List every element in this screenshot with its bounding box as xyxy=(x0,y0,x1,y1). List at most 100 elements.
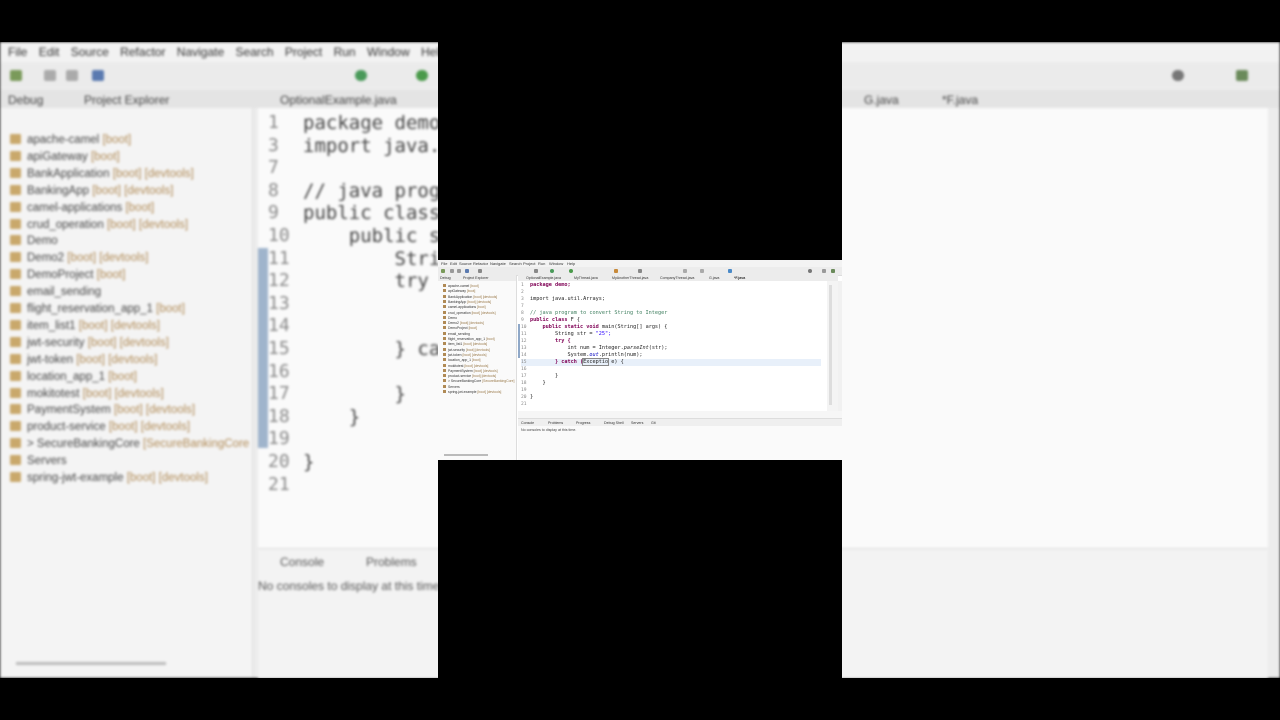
explorer-item[interactable]: product-service [boot] [devtools] xyxy=(443,374,496,378)
search-toolbar-icon[interactable] xyxy=(638,269,642,273)
scrollbar-thumb[interactable] xyxy=(829,285,832,405)
project-folder-icon xyxy=(443,331,446,335)
explorer-item-tag: [boot] xyxy=(470,284,479,288)
menu-refactor[interactable]: Refactor xyxy=(473,261,488,266)
explorer-item[interactable]: jwt-security [boot] [devtools] xyxy=(443,347,490,352)
menu-navigate[interactable]: Navigate xyxy=(490,261,506,266)
save-all-icon[interactable] xyxy=(457,269,461,273)
bg-menu-file: File xyxy=(8,45,28,59)
code-line-7: 7 xyxy=(521,304,524,309)
menu-search[interactable]: Search xyxy=(509,261,522,266)
debug-icon[interactable] xyxy=(550,269,554,273)
java-perspective-icon[interactable] xyxy=(831,269,835,273)
explorer-item[interactable]: location_app_1 [boot] xyxy=(443,358,480,362)
explorer-item[interactable]: apache-camel [boot] xyxy=(443,284,479,288)
tab-debug[interactable]: Debug xyxy=(440,276,451,280)
explorer-item[interactable]: BankApplication [boot] [devtools] xyxy=(443,294,497,299)
bg-explorer-label: Demo2 xyxy=(27,252,65,265)
open-perspective-icon[interactable] xyxy=(822,269,826,273)
bg-explorer-label: apiGateway xyxy=(27,150,88,163)
bg-code-text: package demo xyxy=(303,112,441,134)
tab-console[interactable]: Console xyxy=(521,421,534,425)
project-folder-icon xyxy=(443,379,446,383)
tab-problems[interactable]: Problems xyxy=(548,421,563,425)
explorer-item-label: BankApplication xyxy=(448,294,473,299)
explorer-item[interactable]: BankingApp [boot] [devtools] xyxy=(443,299,491,304)
bg-explorer-item: jwt-token [boot] [devtools] xyxy=(10,353,158,366)
tab-debug-shell[interactable]: Debug Shell xyxy=(604,421,624,425)
project-folder-icon xyxy=(443,390,446,393)
explorer-item-label: DemoProject xyxy=(448,326,468,331)
bg-folder-icon xyxy=(10,218,21,229)
editor-vertical-scrollbar[interactable] xyxy=(827,281,838,411)
explorer-item[interactable]: email_sending xyxy=(443,331,470,336)
perspective-switch-icon[interactable] xyxy=(728,269,732,273)
open-type-icon[interactable] xyxy=(614,269,618,273)
tab-project-explorer[interactable]: Project Explorer xyxy=(463,276,489,280)
bg-code-text: import java. xyxy=(303,134,441,157)
forward-icon[interactable] xyxy=(700,269,704,273)
new-icon[interactable] xyxy=(441,269,445,273)
bg-explorer-item: jwt-security [boot] [devtools] xyxy=(10,336,169,349)
code-line-13: 13 int num = Integer.parseInt(str); xyxy=(521,345,668,351)
menu-window[interactable]: Window xyxy=(549,261,563,266)
bg-folder-icon xyxy=(10,201,21,212)
bg-explorer-item: Demo xyxy=(10,235,58,247)
bg-line-number: 12 xyxy=(268,270,290,292)
tab-optional-example[interactable]: OptionalExample.java xyxy=(526,276,561,280)
tab-company-thread[interactable]: CompanyThread.java xyxy=(660,276,694,280)
menu-run[interactable]: Run xyxy=(538,261,545,266)
bg-line-number: 16 xyxy=(268,360,290,382)
code-line-8: 8// java program to convert String to In… xyxy=(521,310,668,316)
menu-source[interactable]: Source xyxy=(459,261,472,266)
explorer-item[interactable]: Demo xyxy=(443,315,457,320)
run-icon[interactable] xyxy=(569,269,573,273)
bg-folder-icon xyxy=(10,455,21,466)
tab-progress[interactable]: Progress xyxy=(576,421,590,425)
project-folder-icon xyxy=(443,374,446,378)
menu-help[interactable]: Help xyxy=(567,261,575,266)
bg-explorer-tag: [boot] [devtools] xyxy=(67,252,149,265)
save-icon[interactable] xyxy=(450,269,454,273)
search-icon[interactable] xyxy=(808,269,812,273)
explorer-item[interactable]: crud_operation [boot] [devtools] xyxy=(443,310,496,315)
skip-icon[interactable] xyxy=(478,269,482,273)
explorer-item[interactable]: DemoProject [boot] xyxy=(443,326,477,330)
bg-folder-icon xyxy=(10,404,21,415)
editor-horizontal-scrollbar[interactable] xyxy=(518,411,842,418)
project-explorer: Debug Project Explorer apache-camel [boo… xyxy=(438,275,517,460)
tab-g-java[interactable]: G.java xyxy=(709,276,719,280)
explorer-item[interactable]: camel-applications [boot] xyxy=(443,305,486,309)
tab-f-java[interactable]: *F.java xyxy=(734,276,745,280)
explorer-item[interactable]: jwt-token [boot] [devtools] xyxy=(443,352,486,357)
tab-servers[interactable]: Servers xyxy=(631,421,643,425)
code-editor[interactable]: 1 package demo; 2 3 import java.util.Array… xyxy=(518,281,827,411)
explorer-item[interactable]: apiGateway [boot] xyxy=(443,289,475,293)
menu-project[interactable]: Project xyxy=(523,261,535,266)
print-icon[interactable] xyxy=(465,269,469,273)
code-line-1: 1 package demo; xyxy=(521,282,571,288)
bg-explorer-tag: [boot] [devtools] xyxy=(76,353,158,366)
menu-edit[interactable]: Edit xyxy=(450,261,457,266)
explorer-item-tag: [boot] xyxy=(477,305,486,310)
code-line-16: 16 xyxy=(521,367,527,372)
explorer-horizontal-scrollbar[interactable] xyxy=(444,454,488,456)
back-icon[interactable] xyxy=(683,269,687,273)
tab-my-thread[interactable]: MyThread.java xyxy=(574,276,598,280)
bg-code-text: // java prog xyxy=(303,179,441,202)
explorer-item[interactable]: flight_reservation_app_1 [boot] xyxy=(443,337,495,341)
menu-file[interactable]: File xyxy=(441,261,447,266)
explorer-item[interactable]: item_list1 [boot] [devtools] xyxy=(443,342,487,346)
explorer-item[interactable]: PaymentSystem [boot] [devtools] xyxy=(443,368,498,373)
tab-git[interactable]: Git xyxy=(651,421,656,425)
explorer-item[interactable]: Servers xyxy=(443,384,460,389)
step-icon[interactable] xyxy=(534,269,538,273)
explorer-item[interactable]: Demo2 [boot] [devtools] xyxy=(443,321,484,325)
code-line-21: 21 xyxy=(521,402,527,407)
explorer-item-label: PaymentSystem xyxy=(448,368,473,373)
explorer-item[interactable]: > SecureBankingCore [SecureBankingCore] xyxy=(443,379,514,383)
explorer-item[interactable]: mokitotest [boot] [devtools] xyxy=(443,363,488,368)
tab-my-another-thread[interactable]: MyAnotherThread.java xyxy=(612,276,648,280)
explorer-item[interactable]: spring-jwt-example [boot] [devtools] xyxy=(443,390,501,394)
bg-explorer-item: BankingApp [boot] [devtools] xyxy=(10,184,173,197)
